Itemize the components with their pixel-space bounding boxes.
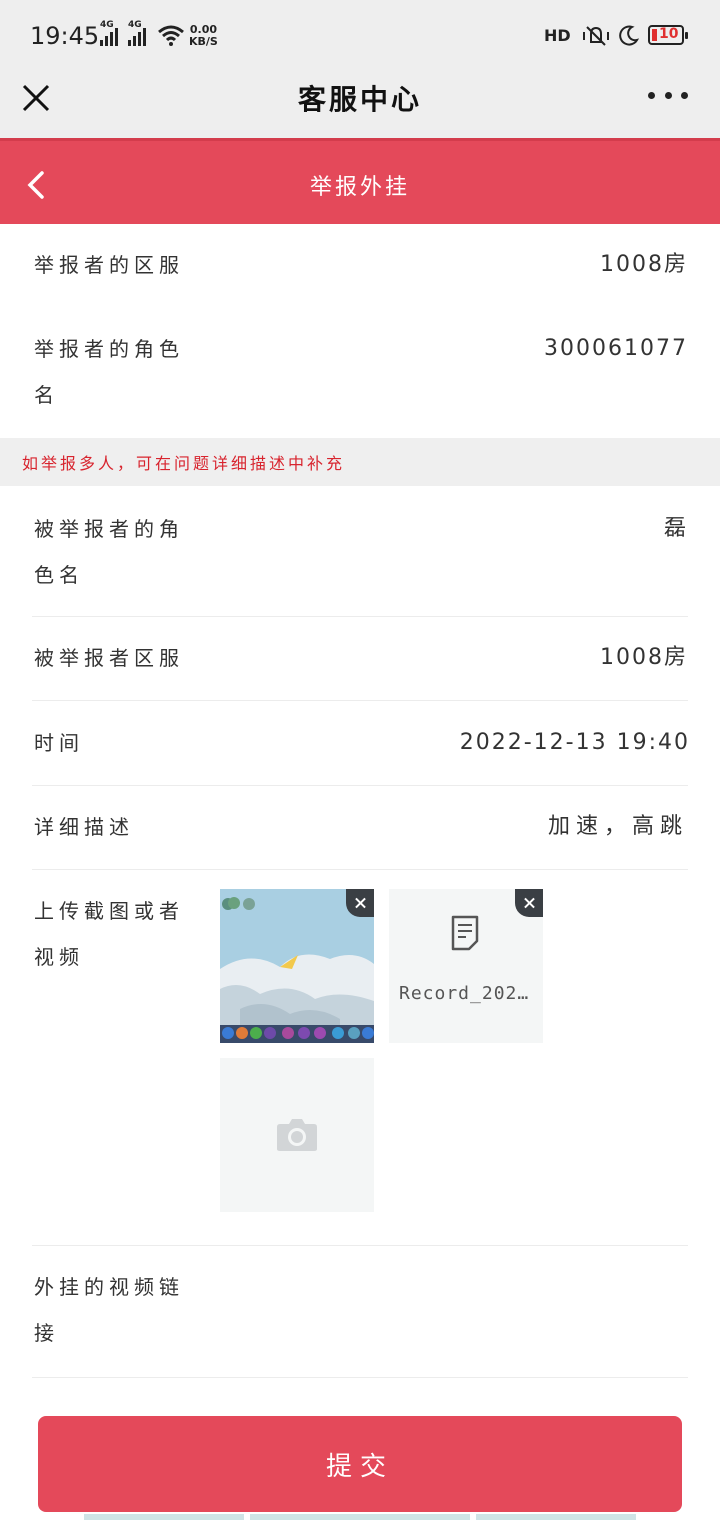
battery-icon: 10 <box>648 25 688 45</box>
upload-label: 上传截图或者视频 <box>34 899 184 969</box>
reported-server-value: 1008房 <box>600 645 688 670</box>
network-type-a: 4G <box>100 20 114 30</box>
reporter-role-row[interactable]: 举报者的角色名 300061077 <box>0 326 720 426</box>
page-title: 客服中心 <box>297 83 422 116</box>
reporter-role-label: 举报者的角色名 <box>34 337 184 407</box>
divider <box>32 1245 688 1246</box>
vibrate-icon <box>583 26 609 46</box>
network-speed: 0.00 KB/S <box>189 24 218 48</box>
bottom-strip <box>476 1514 636 1520</box>
divider <box>32 616 688 617</box>
reporter-server-label: 举报者的区服 <box>34 253 184 277</box>
document-icon <box>451 915 479 951</box>
bottom-strip <box>250 1514 470 1520</box>
divider <box>32 869 688 870</box>
camera-icon <box>277 1119 317 1151</box>
top-nav: 客服中心 <box>0 72 720 138</box>
reported-server-label: 被举报者区服 <box>34 646 184 670</box>
description-row[interactable]: 详细描述 加速，高跳 <box>0 804 720 864</box>
time-label: 时间 <box>34 731 84 755</box>
reporter-server-value: 1008房 <box>600 252 688 277</box>
record-file-thumbnail[interactable]: Record_202… <box>389 889 543 1043</box>
wifi-icon <box>158 25 184 46</box>
status-bar: 19:45 4G 4G 0.00 KB/S HD 10 <box>0 0 720 72</box>
signal-icon-2: 4G <box>128 20 146 46</box>
time-row[interactable]: 时间 2022-12-13 19:40 <box>0 720 720 780</box>
hd-indicator: HD <box>544 26 571 45</box>
network-type-b: 4G <box>128 20 142 30</box>
more-icon[interactable] <box>648 80 688 110</box>
record-file-name: Record_202… <box>399 983 530 1004</box>
reported-role-label: 被举报者的角色名 <box>34 517 184 587</box>
bottom-strip <box>84 1514 244 1520</box>
submit-button[interactable]: 提交 <box>38 1416 682 1512</box>
section-header: 举报外挂 <box>0 138 720 224</box>
time-value: 2022-12-13 19:40 <box>459 730 690 755</box>
speed-unit: KB/S <box>189 35 218 48</box>
battery-level: 10 <box>659 26 679 42</box>
reported-server-row[interactable]: 被举报者区服 1008房 <box>0 635 720 695</box>
description-label: 详细描述 <box>34 815 134 839</box>
video-link-label: 外挂的视频链接 <box>34 1275 184 1345</box>
header-title: 举报外挂 <box>309 175 410 200</box>
screenshot-thumbnail[interactable] <box>220 889 374 1043</box>
moon-icon <box>619 25 640 46</box>
add-media-button[interactable] <box>220 1058 374 1212</box>
divider <box>32 700 688 701</box>
description-value: 加速，高跳 <box>547 814 688 839</box>
video-link-row[interactable]: 外挂的视频链接 <box>0 1264 720 1364</box>
reported-role-value: 磊 <box>663 516 688 541</box>
divider <box>32 785 688 786</box>
reporter-role-value: 300061077 <box>544 336 688 361</box>
delete-icon[interactable] <box>346 889 374 917</box>
reported-role-row[interactable]: 被举报者的角色名 磊 <box>0 506 720 606</box>
reporter-server-row[interactable]: 举报者的区服 1008房 <box>0 242 720 302</box>
notice-bar: 如举报多人，可在问题详细描述中补充 <box>0 438 720 486</box>
submit-label: 提交 <box>325 1452 394 1482</box>
delete-icon[interactable] <box>515 889 543 917</box>
status-time: 19:45 <box>30 22 100 50</box>
signal-icon: 4G <box>100 20 118 46</box>
notice-text: 如举报多人，可在问题详细描述中补充 <box>22 454 346 473</box>
divider <box>32 1377 688 1378</box>
